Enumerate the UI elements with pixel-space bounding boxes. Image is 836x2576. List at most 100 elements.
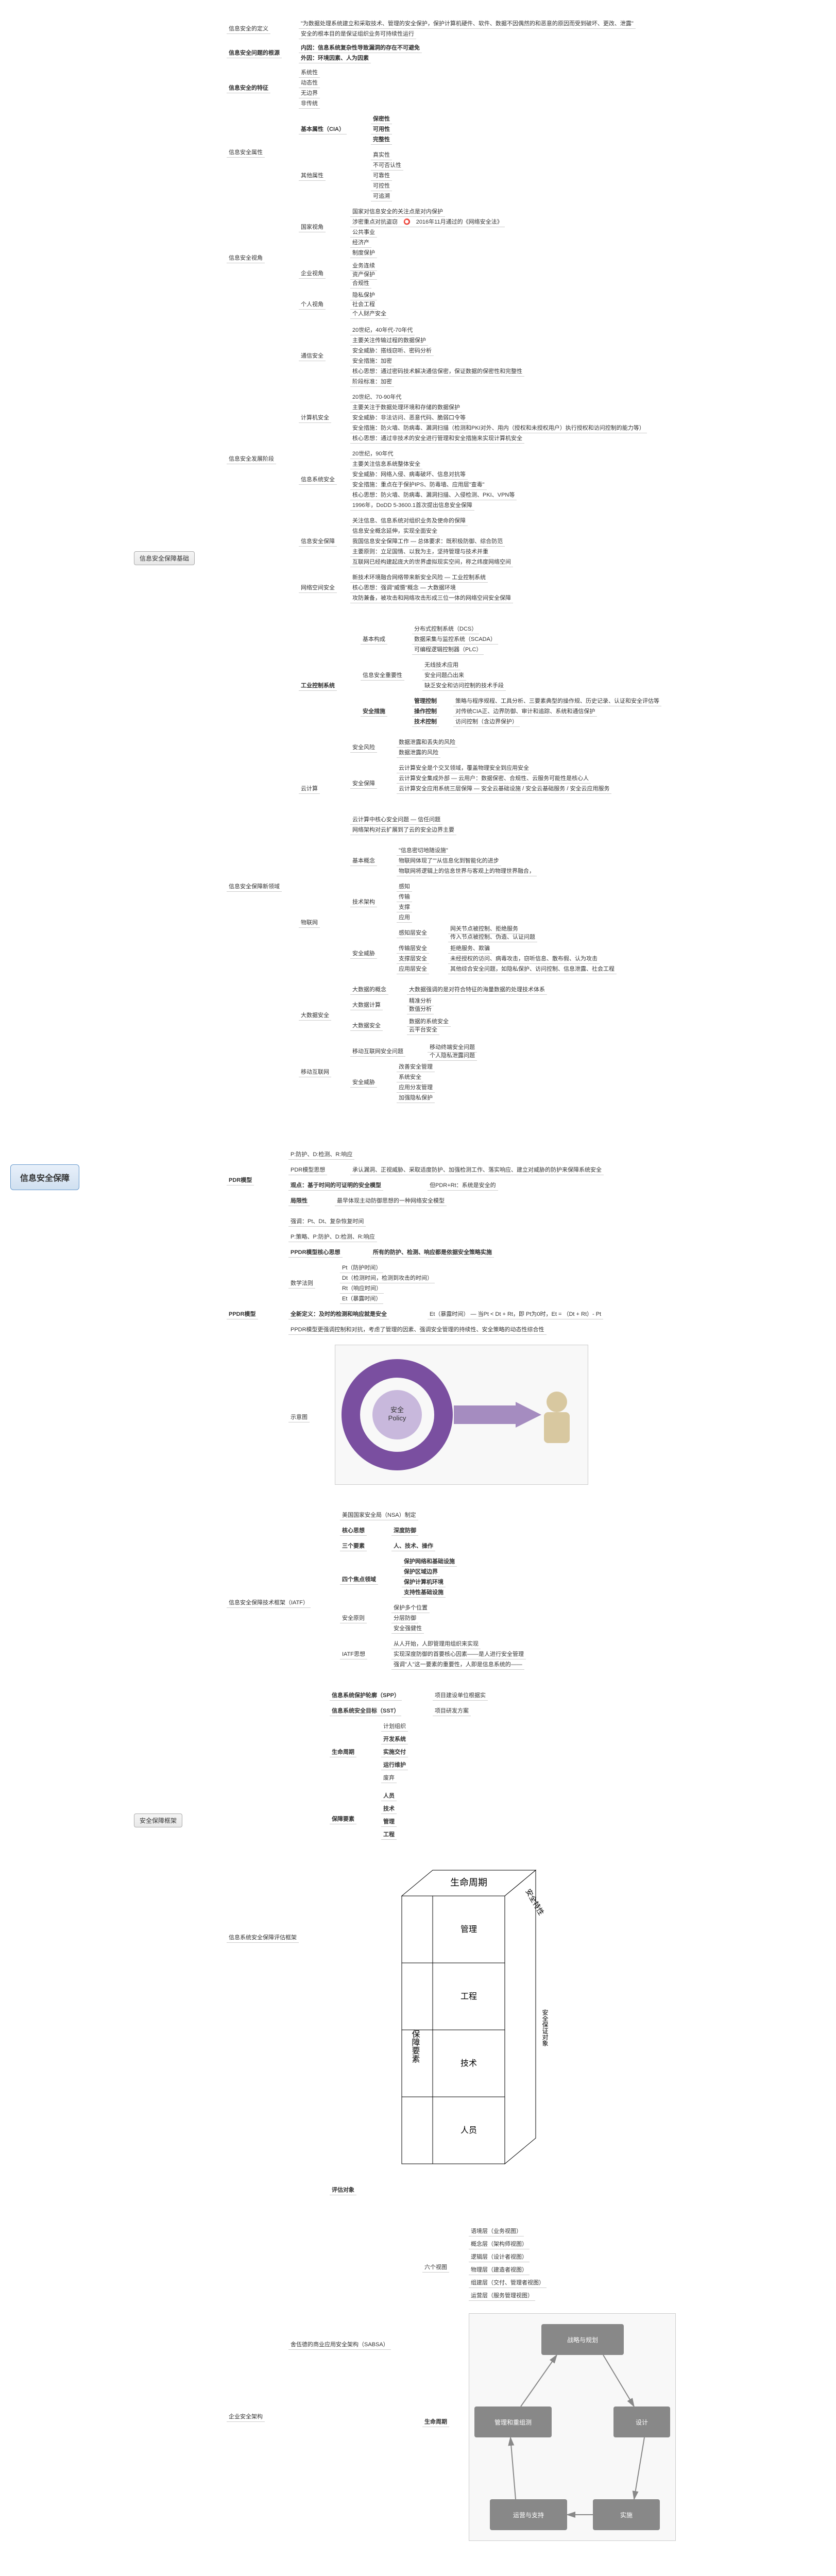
branch-basics[interactable]: 信息安全保障基础 — [134, 551, 195, 565]
ppdr[interactable]: PPDR模型 — [227, 1309, 258, 1319]
leaf: 管理 — [381, 1816, 397, 1827]
leaf: 数据泄露和丢失的风险 — [397, 737, 457, 748]
personal[interactable]: 个人视角 — [299, 299, 326, 310]
cloud-assure[interactable]: 安全保障 — [350, 778, 377, 789]
leaf: 缺乏安全和访问控制的技术手段 — [422, 680, 506, 691]
leaf: 真实性 — [371, 149, 392, 160]
leaf: 应用分发管理 — [397, 1082, 435, 1093]
leaf: 核心思想：通过密码技术解决通信保密，保证数据的保密性和完整性 — [350, 366, 524, 377]
pdr[interactable]: PDR模型 — [227, 1175, 254, 1185]
leaf: 保护多个位置 — [391, 1602, 430, 1613]
comp-sec[interactable]: 计算机安全 — [299, 412, 331, 423]
assess-fw[interactable]: 信息系统安全保障评估框架 — [227, 1932, 299, 1943]
enterprise[interactable]: 企业视角 — [299, 268, 326, 279]
leaf: 安全措施：重点在于保护IPS、防毒墙、应用层"查毒" — [350, 479, 487, 490]
leaf: 数据泄露的风险 — [397, 747, 440, 758]
leaf: 人、技术、操作 — [391, 1540, 435, 1551]
cyberspace-sec[interactable]: 网络空间安全 — [299, 582, 337, 593]
leaf: 操作控制 — [412, 706, 439, 717]
policy-cycle-icon: 安全 Policy — [335, 1345, 588, 1484]
svg-text:设计: 设计 — [636, 2419, 648, 2426]
cloud[interactable]: 云计算 — [299, 783, 320, 794]
leaf: 开发系统 — [381, 1734, 408, 1744]
leaf: 无边界 — [299, 88, 320, 98]
other-attr[interactable]: 其他属性 — [299, 170, 326, 181]
lifecycle[interactable]: 生命周期 — [422, 2416, 449, 2427]
leaf: 安全强健性 — [391, 1623, 424, 1634]
c4[interactable]: 信息安全属性 — [227, 147, 265, 158]
leaf: Et（暴露时间） — 当Pt < Dt + Rt，即 Pt为0时，Et = （D… — [428, 1309, 603, 1319]
leaf: 项目研发方案 — [433, 1705, 471, 1716]
bigdata[interactable]: 大数据安全 — [299, 1010, 331, 1021]
ics-composition[interactable]: 基本构成 — [361, 634, 387, 645]
leaf: 20世纪，90年代 — [350, 448, 395, 459]
leaf: 可靠性 — [371, 170, 392, 181]
iot[interactable]: 物联网 — [299, 917, 320, 928]
svg-text:管理: 管理 — [460, 1925, 477, 1934]
leaf: 攻防兼备，被攻击和网络攻击形成三位一体的网络空间安全保障 — [350, 592, 513, 603]
leaf: 策略与程序规程、工具分析、三要素典型的操作规、历史记录、认证和安全评估等 — [453, 696, 661, 706]
svg-text:实施: 实施 — [620, 2511, 633, 2519]
national[interactable]: 国家视角 — [299, 222, 326, 232]
ics-measures[interactable]: 安全措施 — [361, 706, 387, 717]
leaf: 物联网体现了""从信息化到智能化的进步 — [397, 855, 501, 866]
c5[interactable]: 信息安全视角 — [227, 252, 265, 263]
leaf: 应用层安全 — [397, 963, 429, 974]
leaf: 核心思想：通过非技术的安全进行管理和安全措施来实现计算机安全 — [350, 433, 524, 444]
leaf: 应用 — [397, 912, 412, 923]
leaf: 四个焦点领域 — [340, 1574, 378, 1585]
leaf: 阶段标准：加密 — [350, 376, 394, 387]
leaf: 不可否认性 — [371, 160, 403, 171]
ics[interactable]: 工业控制系统 — [299, 680, 337, 691]
leaf: 物联网将逻辑上的信息世界与客观上的物理世界融合， — [397, 866, 537, 876]
root-node[interactable]: 信息安全保障 — [10, 1164, 79, 1190]
iot-threat[interactable]: 安全威胁 — [350, 948, 377, 959]
leaf: 支撑 — [397, 902, 412, 912]
leaf: 安全措施：防火墙、防病毒、漏洞扫描（检测和PKI对外、用内（授权和未授权用户）执… — [350, 422, 647, 433]
c3[interactable]: 信息安全的特征 — [227, 82, 270, 93]
leaf: 示意图 — [288, 1412, 310, 1422]
c1[interactable]: 信息安全的定义 — [227, 23, 270, 34]
leaf: 拒绝服务、欺骗 — [448, 943, 492, 954]
leaf: 数学法则 — [288, 1278, 315, 1289]
leaf: 改善安全管理 — [397, 1061, 435, 1072]
leaf: PPDR模型更强调控制和对抗，考虑了管理的因素、强调安全管理的持续性、安全策略的… — [288, 1324, 547, 1335]
leaf: 可控性 — [371, 180, 392, 191]
iot-concept[interactable]: 基本概念 — [350, 855, 377, 866]
leaf: 云计算安全集成外部 — 云用户：数据保密、合规性、云服务可能性是核心人 — [397, 773, 591, 784]
leaf: 生命周期 — [330, 1747, 356, 1757]
iot-arch[interactable]: 技术架构 — [350, 896, 377, 907]
leaf: 1996年，DoDD 5-3600.1首次提出信息安全保障 — [350, 500, 474, 511]
leaf: 加强隐私保护 — [397, 1092, 435, 1103]
c2[interactable]: 信息安全问题的根源 — [227, 47, 282, 58]
cloud-risk[interactable]: 安全风险 — [350, 742, 377, 753]
leaf: 所有的防护、检测、响应都是依据安全策略实施 — [371, 1247, 494, 1258]
svg-text:技术: 技术 — [460, 2059, 477, 2068]
ia[interactable]: 信息安全保障 — [299, 536, 337, 547]
ics-importance[interactable]: 信息安全重要性 — [361, 670, 404, 681]
comm-sec[interactable]: 通信安全 — [299, 350, 326, 361]
leaf: 合规性 — [350, 278, 371, 289]
cia[interactable]: 基本属性（CIA） — [299, 124, 347, 134]
six-views[interactable]: 六个视图 — [422, 2262, 449, 2273]
c7[interactable]: 信息安全保障新领域 — [227, 881, 282, 892]
sabsa[interactable]: 舍伍德的商业应用安全架构（SABSA） — [288, 2339, 391, 2350]
sys-sec[interactable]: 信息系统安全 — [299, 474, 337, 485]
iatf[interactable]: 信息安全保障技术框架（IATF） — [227, 1597, 311, 1608]
mobile-net[interactable]: 移动互联网 — [299, 1066, 331, 1077]
leaf: 工程 — [381, 1829, 397, 1840]
leaf: 感知层安全 — [397, 927, 429, 938]
branch-framework[interactable]: 安全保障框架 — [134, 1814, 182, 1827]
leaf: 我国信息安全保障工作 — 总体要求：既积极防御、综合防范 — [350, 536, 505, 547]
leaf: 制度保护 — [350, 247, 377, 258]
leaf: 数据采集与监控系统（SCADA） — [412, 634, 498, 645]
c6[interactable]: 信息安全发展阶段 — [227, 453, 276, 464]
leaf: 个人隐私泄露问题 — [428, 1050, 477, 1061]
leaf: 未经授权的访问、病毒攻击，窃听信息、散布假、认为攻击 — [448, 953, 600, 964]
svg-text:人员: 人员 — [460, 2126, 477, 2135]
leaf: 可编程逻辑控制器（PLC） — [412, 644, 484, 655]
svg-text:安全保证对象: 安全保证对象 — [541, 2009, 549, 2046]
leaf: "为数据处理系统建立和采取技术、管理的安全保护，保护计算机硬件、软件、数据不因偶… — [299, 18, 636, 29]
leaf: 访问控制（含边界保护） — [453, 716, 520, 727]
ent-arch[interactable]: 企业安全架构 — [227, 2411, 265, 2422]
